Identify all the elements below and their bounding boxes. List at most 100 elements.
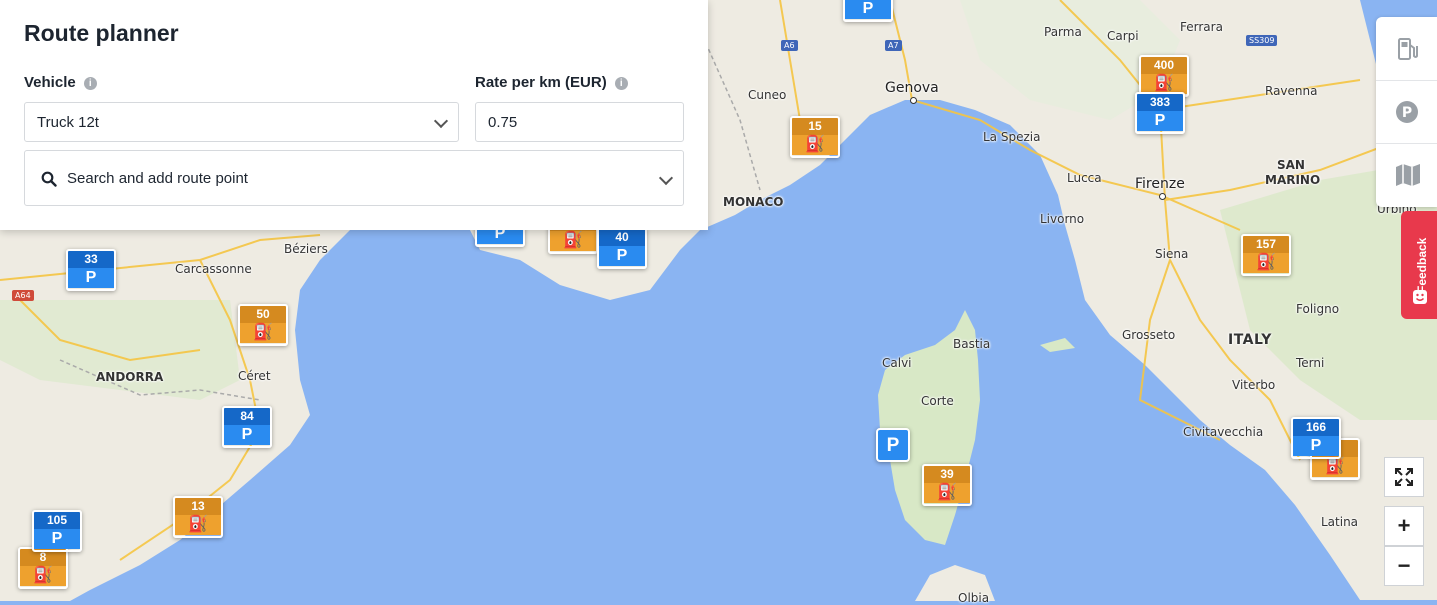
place-label: Béziers <box>284 242 328 256</box>
city-dot <box>1159 193 1166 200</box>
place-label: Ferrara <box>1180 20 1223 34</box>
place-label: Grosseto <box>1122 328 1176 342</box>
place-label: Latina <box>1321 515 1359 529</box>
road-shield: A6 <box>781 40 798 51</box>
marker-count: 13 <box>175 498 221 515</box>
zoom-in-button[interactable]: + <box>1384 506 1424 546</box>
road-shield: SS309 <box>1246 35 1278 46</box>
parking-layer-button[interactable]: P <box>1376 80 1437 144</box>
fuel-pump-icon: ⛽ <box>924 483 970 503</box>
fuel-cluster-marker[interactable]: 400 ⛽ <box>1139 55 1189 97</box>
info-icon[interactable]: i <box>83 77 97 90</box>
parking-cluster-marker[interactable]: 40 P <box>597 227 647 269</box>
place-label: ANDORRA <box>96 370 164 384</box>
fuel-cluster-marker[interactable]: 8 ⛽ <box>18 547 68 589</box>
fuel-pump-icon: ⛽ <box>240 323 286 343</box>
fuel-pump-icon: ⛽ <box>550 231 596 251</box>
vehicle-select[interactable]: Truck 12t <box>24 102 459 142</box>
place-label: Viterbo <box>1232 378 1276 392</box>
place-label: Genova <box>885 80 939 96</box>
panel-title: Route planner <box>24 20 179 46</box>
search-icon <box>41 171 57 187</box>
fuel-cluster-marker[interactable]: 39 ⛽ <box>922 464 972 506</box>
map-layer-button[interactable] <box>1376 143 1437 206</box>
rate-input[interactable]: 0.75 <box>475 102 684 142</box>
place-label: Foligno <box>1296 302 1340 316</box>
marker-count: 50 <box>240 306 286 323</box>
feedback-label: Feedback <box>1415 237 1429 293</box>
marker-count: 383 <box>1137 94 1183 111</box>
parking-cluster-marker[interactable]: 84 P <box>222 406 272 448</box>
marker-count: 400 <box>1141 57 1187 74</box>
parking-icon: P <box>34 529 80 549</box>
parking-icon: P <box>599 246 645 266</box>
fuel-pump-icon <box>1398 38 1418 60</box>
marker-count: 33 <box>68 251 114 268</box>
marker-count: 39 <box>924 466 970 483</box>
fullscreen-button[interactable] <box>1384 457 1424 497</box>
place-label: Siena <box>1155 247 1189 261</box>
marker-count: 157 <box>1243 236 1289 253</box>
place-label: Firenze <box>1135 176 1185 192</box>
parking-icon: P <box>1137 111 1183 131</box>
place-label: MARINO <box>1265 173 1321 187</box>
route-planner-panel: Route planner Vehicle i Truck 12t Rate pe… <box>0 0 708 230</box>
fuel-cluster-marker[interactable]: 13 ⛽ <box>173 496 223 538</box>
marker-count: 166 <box>1293 419 1339 436</box>
fuel-pump-icon: ⛽ <box>1312 457 1358 477</box>
parking-cluster-marker[interactable]: 383 P <box>1135 92 1185 134</box>
place-label: Civitavecchia <box>1183 425 1264 439</box>
layer-toolbar: P <box>1376 17 1437 207</box>
parking-icon: P <box>68 268 114 288</box>
rate-label-text: Rate per km (EUR) <box>475 74 607 91</box>
feedback-tab[interactable]: Feedback <box>1401 211 1437 319</box>
fuel-cluster-marker[interactable]: 50 ⛽ <box>238 304 288 346</box>
map-icon <box>1396 164 1420 186</box>
parking-cluster-marker[interactable]: 166 P <box>1291 417 1341 459</box>
place-label: Livorno <box>1040 212 1085 226</box>
chevron-down-icon <box>658 170 674 186</box>
place-label: ITALY <box>1228 332 1272 348</box>
parking-pin-marker[interactable]: P <box>876 428 910 462</box>
road-shield: A64 <box>12 290 34 301</box>
place-label: Olbia <box>958 591 990 605</box>
parking-icon: P <box>1293 436 1339 456</box>
vehicle-select-value: Truck 12t <box>37 114 99 131</box>
parking-cluster-marker[interactable]: P <box>843 0 893 22</box>
fuel-cluster-marker[interactable]: 15 ⛽ <box>790 116 840 158</box>
fuel-layer-button[interactable] <box>1376 17 1437 81</box>
svg-text:P: P <box>1402 105 1412 121</box>
chevron-down-icon <box>433 113 449 129</box>
fuel-pump-icon: ⛽ <box>175 515 221 535</box>
place-label: Parma <box>1044 25 1082 39</box>
route-point-search[interactable]: Search and add route point <box>24 150 684 206</box>
search-placeholder: Search and add route point <box>67 170 248 187</box>
fullscreen-icon <box>1395 468 1413 486</box>
place-label: Carpi <box>1107 29 1139 43</box>
marker-count: 105 <box>34 512 80 529</box>
rate-input-value: 0.75 <box>488 114 518 131</box>
parking-cluster-marker[interactable]: 33 P <box>66 249 116 291</box>
fuel-pump-icon: ⛽ <box>1141 74 1187 94</box>
fuel-pump-icon: ⛽ <box>20 566 66 586</box>
fuel-pump-icon: ⛽ <box>1243 253 1289 273</box>
marker-count: 15 <box>792 118 838 135</box>
smiley-icon <box>1413 290 1427 304</box>
city-dot <box>910 97 917 104</box>
rate-label: Rate per km (EUR) i <box>475 74 628 91</box>
vehicle-label-text: Vehicle <box>24 74 76 91</box>
marker-count: 84 <box>224 408 270 425</box>
fuel-cluster-marker[interactable]: 157 ⛽ <box>1241 234 1291 276</box>
place-label: Corte <box>921 394 954 408</box>
place-label: Terni <box>1296 356 1325 370</box>
place-label: MONACO <box>723 195 784 209</box>
place-label: Cuneo <box>748 88 787 102</box>
place-label: Ravenna <box>1265 84 1318 98</box>
place-label: SAN <box>1277 158 1305 172</box>
info-icon[interactable]: i <box>614 77 628 90</box>
zoom-out-button[interactable]: − <box>1384 546 1424 586</box>
place-label: Calvi <box>882 356 912 370</box>
place-label: Lucca <box>1067 171 1102 185</box>
parking-cluster-marker[interactable]: 105 P <box>32 510 82 552</box>
parking-icon: P <box>224 425 270 445</box>
